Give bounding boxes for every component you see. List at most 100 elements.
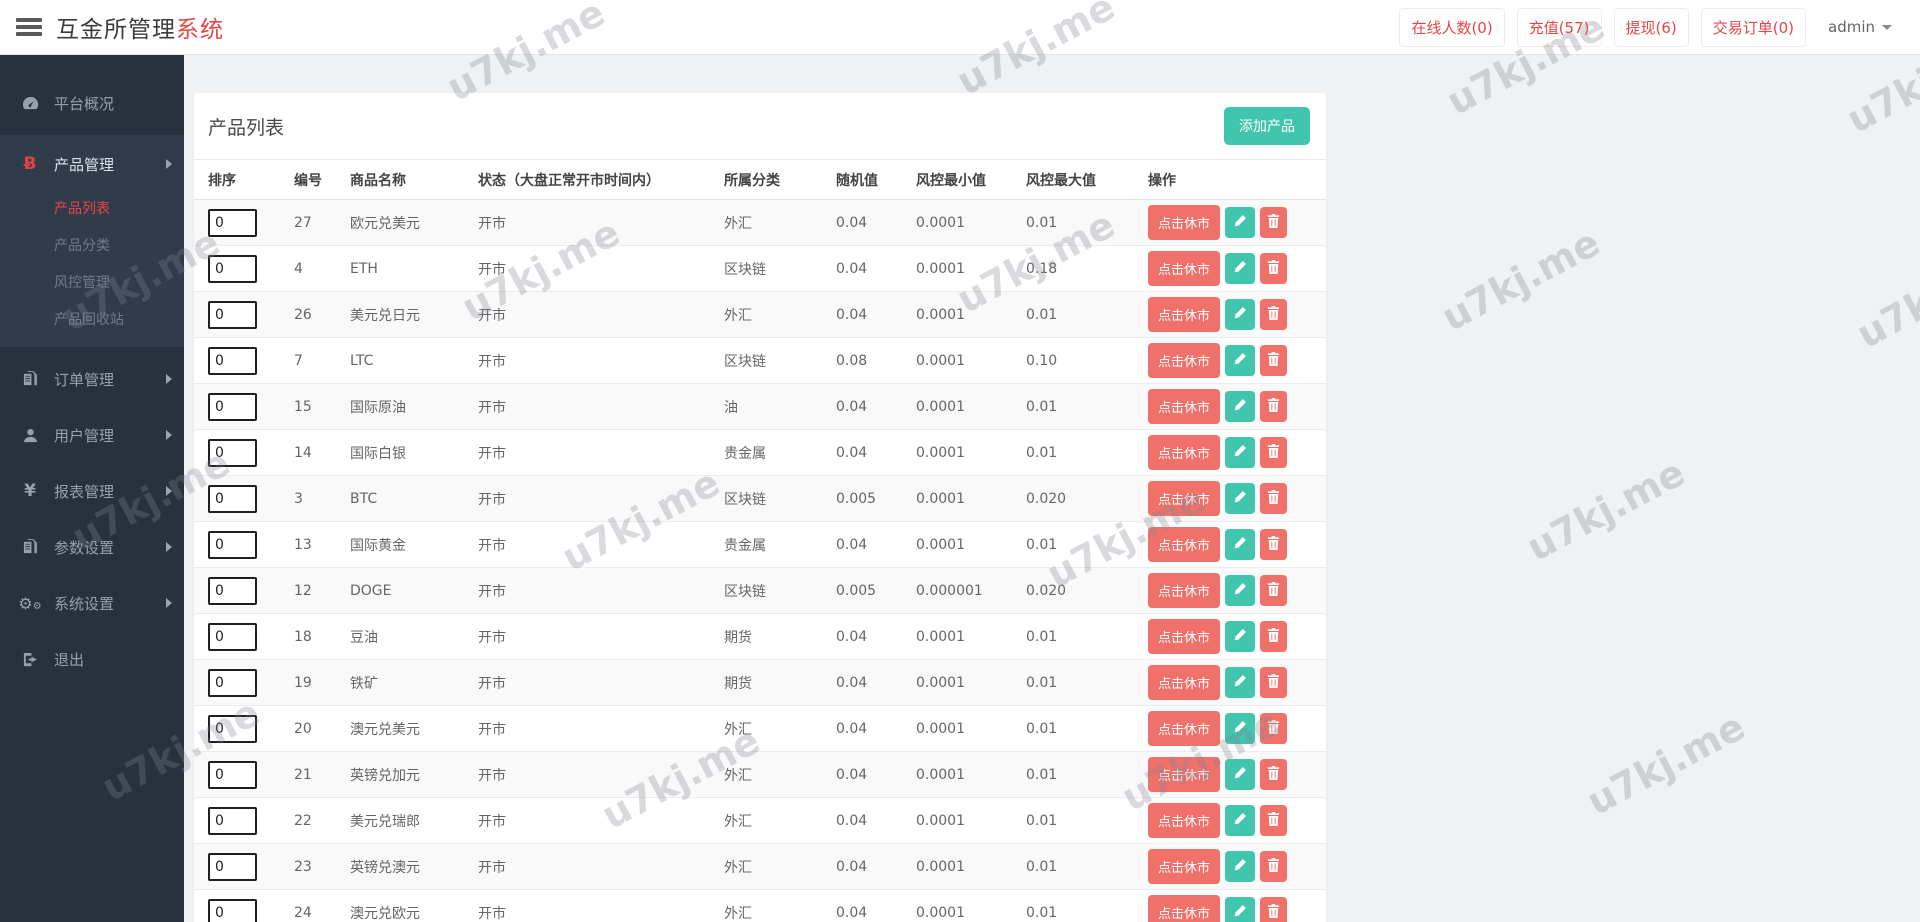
delete-button[interactable]: [1260, 529, 1288, 560]
sort-order-input[interactable]: [208, 760, 257, 789]
sidebar-subitem[interactable]: 产品回收站: [0, 300, 184, 337]
header-stat-link[interactable]: 提现(6): [1613, 7, 1689, 47]
delete-button[interactable]: [1260, 207, 1288, 238]
close-market-button[interactable]: 点击休市: [1148, 757, 1221, 792]
sidebar-subitem[interactable]: 产品分类: [0, 226, 184, 263]
sidebar-item-user[interactable]: 用户管理: [0, 407, 184, 463]
table-row: 4 ETH 开市 区块链 0.04 0.0001 0.18 点击休市: [194, 245, 1326, 292]
product-name-cell: BTC: [346, 475, 474, 522]
product-name-cell: 美元兑瑞郎: [346, 797, 474, 844]
close-market-button[interactable]: 点击休市: [1148, 343, 1221, 378]
edit-button[interactable]: [1225, 667, 1256, 698]
close-market-button[interactable]: 点击休市: [1148, 527, 1221, 562]
close-market-button[interactable]: 点击休市: [1148, 435, 1221, 470]
header-stat-link[interactable]: 交易订单(0): [1700, 7, 1806, 47]
sort-order-input[interactable]: [208, 898, 257, 922]
delete-button[interactable]: [1260, 437, 1288, 468]
delete-button[interactable]: [1260, 483, 1288, 514]
edit-button[interactable]: [1225, 759, 1256, 790]
edit-button[interactable]: [1225, 207, 1256, 238]
menu-toggle-icon[interactable]: [16, 18, 42, 36]
edit-button[interactable]: [1225, 897, 1256, 922]
user-icon: [18, 428, 42, 443]
sidebar-item-files[interactable]: 参数设置: [0, 519, 184, 575]
chevron-down-icon: [1882, 24, 1892, 30]
close-market-button[interactable]: 点击休市: [1148, 573, 1221, 608]
product-id-cell: 21: [290, 751, 346, 798]
edit-button[interactable]: [1225, 713, 1256, 744]
delete-button[interactable]: [1260, 805, 1288, 836]
delete-button[interactable]: [1260, 713, 1288, 744]
sort-order-input[interactable]: [208, 254, 257, 283]
add-product-button[interactable]: 添加产品: [1224, 107, 1310, 145]
edit-button[interactable]: [1225, 299, 1256, 330]
edit-button[interactable]: [1225, 437, 1256, 468]
sidebar-item-bitcoin[interactable]: Ƀ 产品管理: [0, 139, 184, 189]
sort-order-input[interactable]: [208, 668, 257, 697]
product-category-cell: 区块链: [720, 475, 832, 522]
close-market-button[interactable]: 点击休市: [1148, 665, 1221, 700]
random-value-cell: 0.04: [832, 889, 912, 922]
sort-order-input[interactable]: [208, 852, 257, 881]
admin-dropdown[interactable]: admin: [1818, 10, 1902, 44]
product-name-cell: 国际黄金: [346, 521, 474, 568]
delete-button[interactable]: [1260, 621, 1288, 652]
sort-order-input[interactable]: [208, 806, 257, 835]
delete-button[interactable]: [1260, 851, 1288, 882]
close-market-button[interactable]: 点击休市: [1148, 895, 1221, 922]
close-market-button[interactable]: 点击休市: [1148, 711, 1221, 746]
sort-order-input[interactable]: [208, 576, 257, 605]
close-market-button[interactable]: 点击休市: [1148, 803, 1221, 838]
close-market-button[interactable]: 点击休市: [1148, 297, 1221, 332]
risk-min-cell: 0.0001: [912, 337, 1022, 384]
delete-button[interactable]: [1260, 575, 1288, 606]
edit-button[interactable]: [1225, 851, 1256, 882]
table-row: 24 澳元兑欧元 开市 外汇 0.04 0.0001 0.01 点击休市: [194, 889, 1326, 922]
sort-order-input[interactable]: [208, 438, 257, 467]
header-stat-link[interactable]: 在线人数(0): [1399, 7, 1505, 47]
sidebar-item-files[interactable]: 订单管理: [0, 351, 184, 407]
edit-button[interactable]: [1225, 253, 1256, 284]
edit-button[interactable]: [1225, 529, 1256, 560]
sort-order-input[interactable]: [208, 714, 257, 743]
sort-order-input[interactable]: [208, 300, 257, 329]
close-market-button[interactable]: 点击休市: [1148, 481, 1221, 516]
sidebar-item-label: 报表管理: [54, 482, 115, 501]
close-market-button[interactable]: 点击休市: [1148, 251, 1221, 286]
close-market-button[interactable]: 点击休市: [1148, 619, 1221, 654]
edit-button[interactable]: [1225, 391, 1256, 422]
sort-order-input[interactable]: [208, 392, 257, 421]
sort-order-input[interactable]: [208, 208, 257, 237]
delete-button[interactable]: [1260, 759, 1288, 790]
app-title-main: 互金所管理: [56, 17, 176, 43]
edit-button[interactable]: [1225, 575, 1256, 606]
close-market-button[interactable]: 点击休市: [1148, 205, 1221, 240]
sidebar-subitem[interactable]: 产品列表: [0, 189, 184, 226]
delete-button[interactable]: [1260, 667, 1288, 698]
delete-button[interactable]: [1260, 345, 1288, 376]
sidebar-subitem[interactable]: 风控管理: [0, 263, 184, 300]
edit-button[interactable]: [1225, 483, 1256, 514]
edit-button[interactable]: [1225, 621, 1256, 652]
close-market-button[interactable]: 点击休市: [1148, 389, 1221, 424]
product-status-cell: 开市: [474, 751, 720, 798]
delete-button[interactable]: [1260, 253, 1288, 284]
table-row: 14 国际白银 开市 贵金属 0.04 0.0001 0.01 点击休市: [194, 429, 1326, 476]
sidebar-item-gears[interactable]: ⚙⚙ 系统设置: [0, 575, 184, 631]
sort-order-input[interactable]: [208, 622, 257, 651]
close-market-button[interactable]: 点击休市: [1148, 849, 1221, 884]
edit-button[interactable]: [1225, 805, 1256, 836]
sidebar-item-yen[interactable]: ¥ 报表管理: [0, 463, 184, 519]
sidebar-item-gauge[interactable]: 平台概况: [0, 75, 184, 131]
sidebar-item-logout[interactable]: 退出: [0, 631, 184, 687]
sort-order-input[interactable]: [208, 530, 257, 559]
product-status-cell: 开市: [474, 843, 720, 890]
pencil-icon: [1233, 444, 1247, 461]
delete-button[interactable]: [1260, 897, 1288, 922]
sort-order-input[interactable]: [208, 346, 257, 375]
edit-button[interactable]: [1225, 345, 1256, 376]
header-stat-link[interactable]: 充值(57): [1516, 7, 1602, 47]
delete-button[interactable]: [1260, 299, 1288, 330]
sort-order-input[interactable]: [208, 484, 257, 513]
delete-button[interactable]: [1260, 391, 1288, 422]
